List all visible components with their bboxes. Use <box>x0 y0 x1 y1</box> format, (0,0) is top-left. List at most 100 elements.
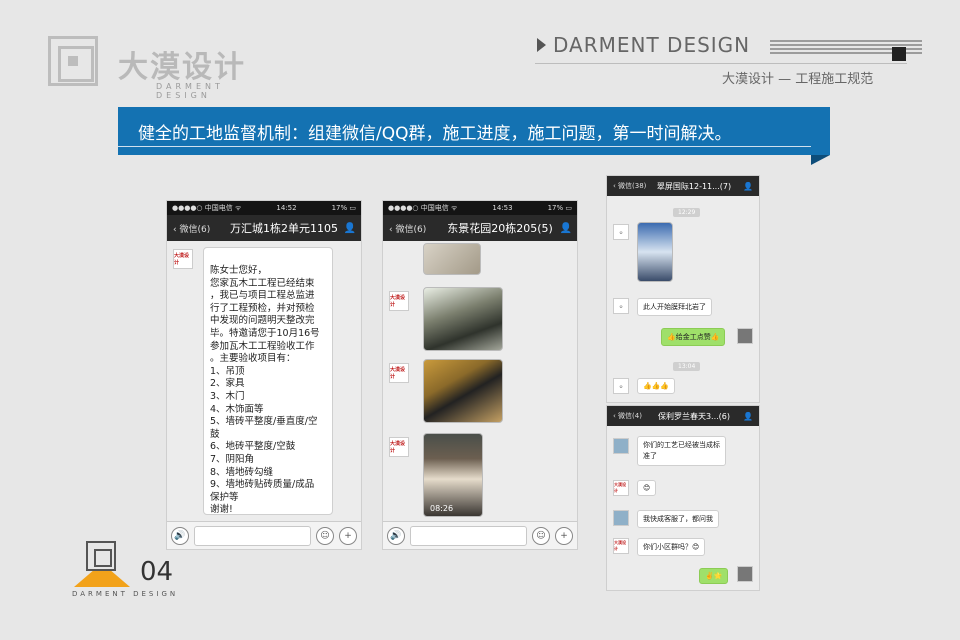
contacts-icon[interactable]: 👤 <box>737 182 759 191</box>
footer-logo <box>72 541 132 589</box>
photo-message[interactable]: 08:26 <box>423 433 483 517</box>
message-line: 鼓 <box>210 428 220 440</box>
message-line: 陈女士您好， <box>210 265 268 276</box>
message-line: ，我已与项目工程总监进 <box>210 290 315 302</box>
avatar: 大漠设计 <box>389 291 409 311</box>
emoji-icon[interactable]: ☺ <box>316 526 334 545</box>
phone-screenshot-3b: ‹ 微信(4) 保利罗兰春天3...(6) 👤 你们的工艺已经被当成标 准了 大… <box>606 405 760 591</box>
back-button[interactable]: ‹ 微信(38) <box>613 181 651 191</box>
carrier-text: ●●●●○ 中国电信 ᯤ <box>388 204 458 212</box>
emoji-icon[interactable]: ☺ <box>532 526 550 545</box>
contacts-icon[interactable]: 👤 <box>339 223 361 234</box>
back-label: 微信(6) <box>179 224 211 235</box>
voice-icon[interactable]: 🔊 <box>387 526 405 545</box>
message-line: 你们的工艺已经被当成标 <box>643 441 720 449</box>
message-line: 谢谢! <box>210 504 233 516</box>
message-line: 5、墙砖平整度/垂直度/空 <box>210 416 318 428</box>
input-bar: 🔊 ☺ + <box>383 521 577 549</box>
message-line: 参加瓦木工工程验收工作 <box>210 340 315 352</box>
chat-title: 万汇城1栋2单元1105 <box>230 222 338 235</box>
clock-text: 14:52 <box>276 204 297 212</box>
back-button[interactable]: ‹ 微信(4) <box>613 411 651 421</box>
chat-nav-bar: ‹ 微信(38) 翠屏国际12-11...(7) 👤 <box>607 176 759 196</box>
chat-nav-bar: ‹ 微信(4) 保利罗兰春天3...(6) 👤 <box>607 406 759 426</box>
chat-nav-bar: ‹ 微信(6) 东景花园20栋205(5) 👤 <box>383 215 577 241</box>
plus-icon[interactable]: + <box>339 526 357 545</box>
clock-text: 14:53 <box>492 204 513 212</box>
avatar: ✿ <box>613 298 629 314</box>
message-line: 中发现的问题明天整改完 <box>210 315 315 327</box>
decorative-square <box>892 47 906 61</box>
brand-header: DARMENT DESIGN <box>535 32 922 64</box>
message-input[interactable] <box>410 525 527 546</box>
battery-text: 17% ▭ <box>547 204 572 212</box>
banner-fold <box>811 155 830 165</box>
avatar: ✿ <box>613 224 629 240</box>
message-line: 4、木饰面等 <box>210 403 264 415</box>
back-label: 微信(4) <box>618 412 642 420</box>
headline-banner: 健全的工地监督机制：组建微信/QQ群，施工进度，施工问题，第一时间解决。 <box>118 107 830 155</box>
message-line: 保护等 <box>210 491 239 503</box>
avatar: 大漠设计 <box>389 437 409 457</box>
back-label: 微信(6) <box>395 224 427 235</box>
avatar <box>737 328 753 344</box>
message-bubble: 你们小区群吗？😊 <box>637 538 706 556</box>
message-bubble: 你们的工艺已经被当成标 准了 <box>637 436 726 466</box>
phone-screenshot-2: ●●●●○ 中国电信 ᯤ 14:53 17% ▭ ‹ 微信(6) 东景花园20栋… <box>382 200 578 550</box>
avatar: 大漠设计 <box>389 363 409 383</box>
brand-name: DARMENT DESIGN <box>553 33 751 57</box>
message-line: 8、墙地砖勾缝 <box>210 466 274 478</box>
logo-mark-icon <box>86 541 116 571</box>
time-chip: 12:29 <box>673 208 701 217</box>
message-line: 毕。特邀请您于10月16号 <box>210 327 320 339</box>
carrier-text: ●●●●○ 中国电信 ᯤ <box>172 204 242 212</box>
photo-message[interactable] <box>423 243 481 275</box>
message-line: 准了 <box>643 452 657 460</box>
status-bar: ●●●●○ 中国电信 ᯤ 14:53 17% ▭ <box>383 201 577 215</box>
message-bubble: 😊 <box>637 480 657 496</box>
back-button[interactable]: ‹ 微信(6) <box>389 222 445 235</box>
plus-icon[interactable]: + <box>555 526 573 545</box>
chat-title: 东景花园20栋205(5) <box>447 222 553 235</box>
message-bubble: 👍👍👍 <box>637 378 676 394</box>
message-line: 6、地砖平整度/空鼓 <box>210 441 296 453</box>
message-line: 行了工程预检，并对预检 <box>210 302 315 314</box>
avatar <box>613 438 629 454</box>
message-line: 您家瓦木工工程已经结束 <box>210 277 315 289</box>
message-line: 7、阴阳角 <box>210 453 255 465</box>
page-number: 04 <box>140 557 174 587</box>
voice-icon[interactable]: 🔊 <box>171 526 189 545</box>
message-line: 3、木门 <box>210 390 245 402</box>
input-bar: 🔊 ☺ + <box>167 521 361 549</box>
message-line: 1、吊顶 <box>210 365 245 377</box>
message-input[interactable] <box>194 525 311 546</box>
avatar: 大漠设计 <box>613 480 629 496</box>
message-bubble: 我快成客服了，都问我 <box>637 510 719 528</box>
page-subtitle: 大漠设计 — 工程施工规范 <box>722 72 874 87</box>
contacts-icon[interactable]: 👤 <box>737 412 759 421</box>
chat-title: 翠屏国际12-11...(7) <box>656 181 732 191</box>
message-line: 2、家具 <box>210 378 245 390</box>
avatar <box>737 566 753 582</box>
time-chip: 13:04 <box>673 362 701 371</box>
chat-title: 保利罗兰春天3...(6) <box>657 411 731 421</box>
contacts-icon[interactable]: 👤 <box>555 223 577 234</box>
triangle-icon <box>537 38 546 52</box>
message-bubble: 此人开始膜拜北岩了 <box>637 298 712 316</box>
back-button[interactable]: ‹ 微信(6) <box>173 222 229 235</box>
avatar: ✿ <box>613 378 629 394</box>
footer-brand: DARMENT DESIGN <box>72 590 179 598</box>
avatar: 大漠设计 <box>173 249 193 269</box>
message-line: 。主要验收项目有： <box>210 353 296 365</box>
photo-message[interactable] <box>637 222 673 282</box>
back-label: 微信(38) <box>618 182 647 190</box>
photo-message[interactable] <box>423 287 503 351</box>
banner-underline <box>118 146 811 147</box>
logo-chinese-text: 大漠设计 <box>118 50 246 85</box>
logo-mark-icon <box>48 36 98 86</box>
company-logo: 大漠设计 DARMENT DESIGN <box>48 36 268 100</box>
banner-text: 健全的工地监督机制：组建微信/QQ群，施工进度，施工问题，第一时间解决。 <box>138 124 732 144</box>
photo-message[interactable] <box>423 359 503 423</box>
logo-english-text: DARMENT DESIGN <box>156 82 224 100</box>
photo-timestamp: 08:26 <box>430 504 454 513</box>
